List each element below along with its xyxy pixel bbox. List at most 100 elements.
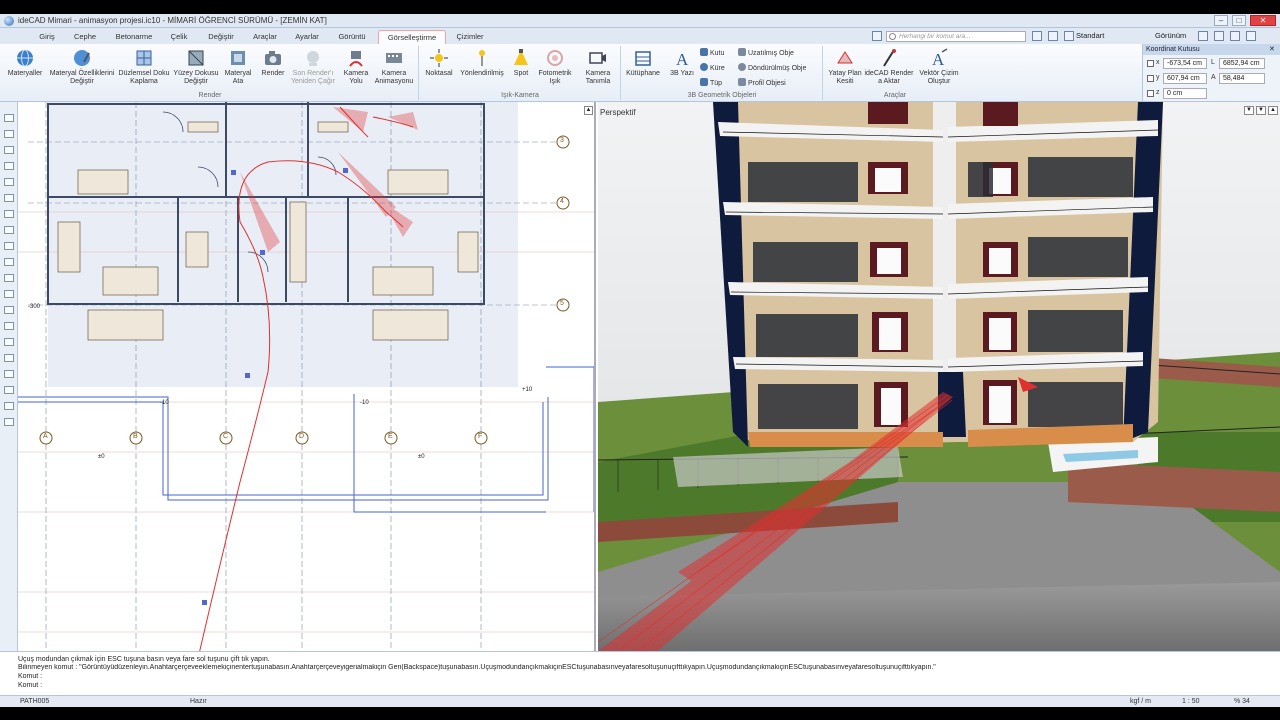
snap-tool-icon[interactable] xyxy=(4,354,14,362)
close-button[interactable]: ✕ xyxy=(1250,15,1276,26)
svg-text:A: A xyxy=(932,50,945,68)
door-tool-icon[interactable] xyxy=(4,146,14,154)
text-3d-button[interactable]: A 3B Yazı xyxy=(666,48,698,78)
revolved-object-button[interactable]: Döndürülmüş Obje xyxy=(738,63,806,73)
text-tool-icon[interactable] xyxy=(4,306,14,314)
status-scale[interactable]: 1 : 50 xyxy=(1182,698,1200,705)
dimension-tool-icon[interactable] xyxy=(4,290,14,298)
perspective-view[interactable]: Perspektif ▼ ▼ ▲ xyxy=(598,102,1280,651)
tab-gorsellestirme[interactable]: Görselleştirme xyxy=(378,30,446,44)
coordinate-box-close-icon[interactable]: ✕ xyxy=(1269,45,1275,53)
length-field[interactable]: 6852,94 cm xyxy=(1219,58,1265,69)
photometric-light-button[interactable]: Fotometrik Işık xyxy=(534,48,576,86)
spot-light-button[interactable]: Spot xyxy=(508,48,534,78)
render-button[interactable]: Render xyxy=(256,48,290,78)
tab-cephe[interactable]: Cephe xyxy=(68,30,102,44)
z-coordinate-field[interactable]: 0 cm xyxy=(1163,88,1207,99)
axis-label-b: B xyxy=(133,433,138,440)
y-coordinate-field[interactable]: 607,94 cm xyxy=(1163,73,1207,84)
app-logo-icon[interactable] xyxy=(4,16,14,26)
column-tool-icon[interactable] xyxy=(4,178,14,186)
status-zoom[interactable]: % 34 xyxy=(1234,698,1250,705)
window-tool-icon[interactable] xyxy=(4,162,14,170)
tab-celik[interactable]: Çelik xyxy=(164,30,194,44)
plan-axis-labels: A B C D E F 3 4 5 ±0 -10 ±0 -300 -10 +10 xyxy=(18,102,594,651)
y-lock-checkbox[interactable] xyxy=(1147,75,1154,82)
view-menu[interactable]: Görünüm xyxy=(1155,30,1186,42)
style-select[interactable]: Standart xyxy=(1076,30,1104,42)
stair-tool-icon[interactable] xyxy=(4,226,14,234)
tab-cizimler[interactable]: Çizimler xyxy=(450,30,490,44)
plan-maximize-icon[interactable]: ▲ xyxy=(584,106,593,115)
tab-degistir[interactable]: Değiştir xyxy=(200,30,242,44)
surface-texture-button[interactable]: Yüzey Dokusu Değiştir xyxy=(170,48,222,86)
roof-tool-icon[interactable] xyxy=(4,242,14,250)
search-pin-icon[interactable] xyxy=(872,31,882,41)
restore-icon[interactable] xyxy=(1230,31,1240,41)
list-icon[interactable] xyxy=(1048,31,1058,41)
command-input[interactable]: Komut : xyxy=(18,682,42,690)
beam-tool-icon[interactable] xyxy=(4,194,14,202)
angle-field[interactable]: 58,484 xyxy=(1219,73,1265,84)
style-checkbox-icon[interactable] xyxy=(1064,31,1074,41)
wall-tool-icon[interactable] xyxy=(4,130,14,138)
extruded-object-button[interactable]: Uzatılmış Obje xyxy=(738,48,794,58)
furniture-tool-icon[interactable] xyxy=(4,274,14,282)
length-label: L xyxy=(1211,59,1215,66)
camera-animation-button[interactable]: Kamera Animasyonu xyxy=(372,48,416,86)
planar-texture-button[interactable]: Düzlemsel Doku Kaplama xyxy=(118,48,170,86)
minimize-button[interactable]: – xyxy=(1214,15,1228,26)
panel-close-icon[interactable] xyxy=(1246,31,1256,41)
help-icon[interactable] xyxy=(1214,31,1224,41)
box-button[interactable]: Kutu xyxy=(700,48,724,58)
tab-araclar[interactable]: Araçlar xyxy=(246,30,284,44)
tab-giris[interactable]: Giriş xyxy=(32,30,62,44)
window-title: ideCAD Mimari - animasyon projesi.ic10 -… xyxy=(18,16,327,25)
command-search-input[interactable]: Herhangi bir komut ara... xyxy=(886,31,1026,42)
slab-tool-icon[interactable] xyxy=(4,210,14,218)
material-properties-button[interactable]: Materyal Özelliklerini Değiştir xyxy=(46,48,118,86)
rotate-tool-icon[interactable] xyxy=(4,386,14,394)
camera-path-button[interactable]: Kamera Yolu xyxy=(340,48,372,86)
layers-icon[interactable] xyxy=(1032,31,1042,41)
plan-section-button[interactable]: Yatay Plan Kesiti xyxy=(826,48,864,86)
maximize-button[interactable]: □ xyxy=(1232,15,1246,26)
recall-render-icon xyxy=(307,51,319,66)
library-icon xyxy=(635,51,651,66)
directional-light-button[interactable]: Yönlendirilmiş xyxy=(456,48,508,78)
point-light-icon xyxy=(430,49,448,67)
move-tool-icon[interactable] xyxy=(4,370,14,378)
left-toolbar xyxy=(0,102,18,651)
line-tool-icon[interactable] xyxy=(4,338,14,346)
materials-button[interactable]: Materyaller xyxy=(4,48,46,78)
view-options-icon[interactable]: ▼ xyxy=(1256,106,1266,115)
define-camera-button[interactable]: Kamera Tanımla xyxy=(578,48,618,86)
vector-drawing-button[interactable]: A Vektör Çizim Oluştur xyxy=(916,48,962,86)
z-lock-checkbox[interactable] xyxy=(1147,90,1154,97)
status-unit[interactable]: kgf / m xyxy=(1130,698,1151,705)
view-maximize-icon[interactable]: ▲ xyxy=(1268,106,1278,115)
library-button[interactable]: Kütüphane xyxy=(622,48,664,78)
recall-render-button[interactable]: Son Render'ı Yeniden Çağır xyxy=(288,48,338,86)
tab-ayarlar[interactable]: Ayarlar xyxy=(288,30,326,44)
tab-goruntu[interactable]: Görüntü xyxy=(330,30,374,44)
axis-tool-icon[interactable] xyxy=(4,322,14,330)
space-tool-icon[interactable] xyxy=(4,258,14,266)
sphere-button[interactable]: Küre xyxy=(700,63,725,73)
select-tool-icon[interactable] xyxy=(4,114,14,122)
x-coordinate-field[interactable]: -673,54 cm xyxy=(1163,58,1207,69)
plan-view[interactable]: A B C D E F 3 4 5 ±0 -10 ±0 -300 -10 +10… xyxy=(18,102,596,651)
tube-button[interactable]: Tüp xyxy=(700,78,722,88)
window-layout-icon[interactable] xyxy=(1198,31,1208,41)
view-dropdown-icon[interactable]: ▼ xyxy=(1244,106,1254,115)
assign-material-button[interactable]: Materyal Ata xyxy=(222,48,254,86)
copy-tool-icon[interactable] xyxy=(4,418,14,426)
profile-object-button[interactable]: Profil Objesi xyxy=(738,78,786,88)
x-lock-checkbox[interactable] xyxy=(1147,60,1154,67)
title-bar: ideCAD Mimari - animasyon projesi.ic10 -… xyxy=(0,14,1280,28)
mirror-tool-icon[interactable] xyxy=(4,402,14,410)
quick-access-toolbar[interactable] xyxy=(4,28,28,44)
tab-betonarme[interactable]: Betonarme xyxy=(108,30,160,44)
export-render-button[interactable]: ideCAD Render a Aktar xyxy=(864,48,914,86)
point-light-button[interactable]: Noktasal xyxy=(422,48,456,78)
